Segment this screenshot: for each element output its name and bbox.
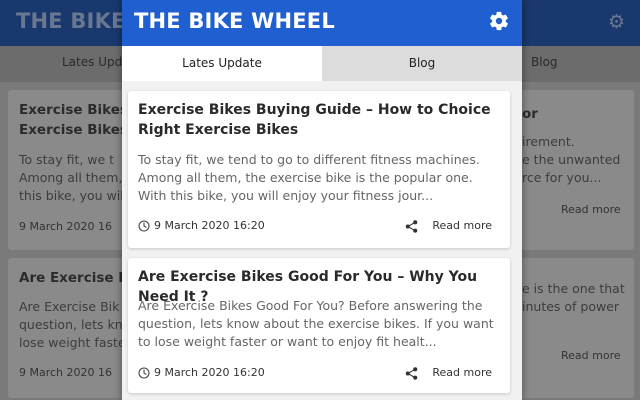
tab-bar: Lates Update Blog	[122, 46, 522, 81]
post-title[interactable]: Exercise Bikes Buying Guide – How to Cho…	[138, 100, 503, 140]
background-card-text: rce for you...	[522, 170, 602, 185]
tab-blog[interactable]: Blog	[322, 46, 522, 81]
share-icon[interactable]	[405, 367, 418, 380]
post-date: 9 March 2020 16:20	[138, 366, 265, 379]
gear-icon[interactable]	[488, 10, 510, 32]
share-icon[interactable]	[405, 220, 418, 233]
clock-icon	[138, 366, 150, 379]
background-tab-latest: Lates Upda	[62, 55, 130, 69]
background-gear-icon: ⚙	[608, 11, 626, 33]
post-excerpt: Are Exercise Bikes Good For You? Before …	[138, 298, 494, 349]
post-card[interactable]: Are Exercise Bikes Good For You – Why Yo…	[128, 258, 510, 393]
background-card-title: Exercise Bikes	[19, 102, 128, 118]
extension-popup: THE BIKE WHEEL Lates Update Blog Exercis…	[122, 0, 522, 400]
background-tab-blog: Blog	[531, 55, 558, 69]
background-card-date: 9 March 2020 16	[19, 366, 113, 379]
post-date-text: 9 March 2020 16:20	[154, 219, 265, 232]
background-card-text: inutes of power	[522, 299, 620, 314]
post-footer: 9 March 2020 16:20 Read more	[138, 366, 500, 382]
post-footer: 9 March 2020 16:20 Read more	[138, 219, 500, 235]
background-card-text: To stay fit, we t	[19, 152, 115, 167]
read-more-link[interactable]: Read more	[432, 366, 492, 379]
post-excerpt: To stay fit, we tend to go to different …	[138, 152, 480, 203]
background-card-title: Are Exercise Bi	[19, 270, 134, 286]
background-card-text: e the unwanted	[522, 152, 621, 167]
background-card-text: Among all them,	[19, 170, 123, 185]
background-card-date: 9 March 2020 16	[19, 220, 113, 233]
background-read-more: Read more	[561, 203, 621, 216]
background-card-text: irement.	[522, 134, 575, 149]
app-title: THE BIKE WHEEL	[134, 9, 335, 33]
clock-icon	[138, 219, 150, 232]
post-date-text: 9 March 2020 16:20	[154, 366, 265, 379]
post-card[interactable]: Exercise Bikes Buying Guide – How to Cho…	[128, 91, 510, 248]
tab-latest-update[interactable]: Lates Update	[122, 46, 322, 81]
background-read-more: Read more	[561, 349, 621, 362]
popup-header: THE BIKE WHEEL	[122, 0, 522, 46]
background-card-title: Exercise Bikes	[19, 122, 128, 138]
background-card	[514, 258, 634, 398]
background-card-text: this bike, you wil	[19, 188, 124, 203]
post-date: 9 March 2020 16:20	[138, 219, 265, 232]
background-card-text: Are Exercise Bik	[19, 299, 120, 314]
read-more-link[interactable]: Read more	[432, 219, 492, 232]
background-card-text: lose weight faste	[19, 335, 126, 350]
background-card-title: or	[522, 106, 538, 122]
background-card-text: e is the one that	[522, 281, 625, 296]
background-card-text: question, lets kn	[19, 317, 123, 332]
